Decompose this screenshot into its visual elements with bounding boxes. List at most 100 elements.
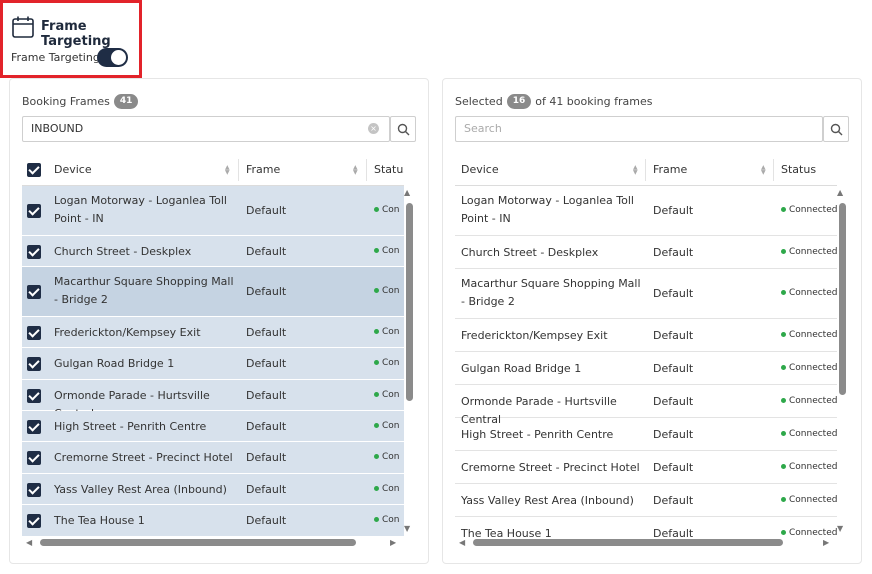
booking-frames-search-input[interactable]: INBOUND xyxy=(22,116,390,142)
status-dot-icon xyxy=(781,463,786,469)
device-cell: Yass Valley Rest Area (Inbound) xyxy=(54,482,227,496)
scroll-right-icon[interactable]: ▶ xyxy=(390,539,396,547)
row-checkbox[interactable] xyxy=(27,285,41,299)
column-header-status[interactable]: Status xyxy=(781,155,816,186)
frame-cell: Default xyxy=(653,526,694,538)
table-row[interactable]: Cremorne Street - Precinct Hotel Default C… xyxy=(22,442,404,474)
row-checkbox[interactable] xyxy=(27,451,41,465)
device-cell: Macarthur Square Shopping Mall - Bridge … xyxy=(461,277,641,308)
search-button[interactable] xyxy=(823,116,849,142)
table-row[interactable]: Church Street - Deskplex Default Con xyxy=(22,236,404,267)
table-row[interactable]: Frederickton/Kempsey Exit Default Connecte… xyxy=(455,319,837,352)
frame-cell: Default xyxy=(246,514,287,527)
table-row[interactable]: Yass Valley Rest Area (Inbound) Default Co… xyxy=(22,474,404,505)
column-header-device[interactable]: Device xyxy=(461,155,499,186)
scroll-up-icon[interactable]: ▲ xyxy=(837,189,843,197)
table-row[interactable]: Gulgan Road Bridge 1 Default Con xyxy=(22,348,404,380)
device-cell: High Street - Penrith Centre xyxy=(54,419,207,433)
column-header-frame[interactable]: Frame xyxy=(246,155,280,186)
horizontal-scrollbar[interactable]: ◀ ▶ xyxy=(457,537,837,547)
table-row[interactable]: High Street - Penrith Centre Default Conne… xyxy=(455,418,837,451)
row-checkbox[interactable] xyxy=(27,419,41,434)
status-cell: Connected xyxy=(781,330,837,340)
status-cell: Connected xyxy=(781,495,837,505)
frame-cell: Default xyxy=(653,460,694,474)
table-row[interactable]: Logan Motorway - Loganlea Toll Point - I… xyxy=(455,186,837,236)
table-row[interactable]: Frederickton/Kempsey Exit Default Con xyxy=(22,317,404,348)
row-checkbox[interactable] xyxy=(27,204,41,218)
table-row[interactable]: Cremorne Street - Precinct Hotel Default C… xyxy=(455,451,837,484)
status-cell: Connected xyxy=(781,205,837,215)
table-row[interactable]: High Street - Penrith Centre Default Con xyxy=(22,411,404,442)
status-cell: Con xyxy=(374,246,404,256)
scroll-up-icon[interactable]: ▲ xyxy=(404,189,410,197)
sort-icon[interactable]: ▲ ▼ xyxy=(761,165,767,176)
horizontal-scrollbar[interactable]: ◀ ▶ xyxy=(24,537,404,547)
row-checkbox[interactable] xyxy=(27,325,41,340)
table-row[interactable]: Logan Motorway - Loganlea Toll Point - I… xyxy=(22,186,404,236)
device-cell: Logan Motorway - Loganlea Toll Point - I… xyxy=(54,194,227,225)
row-checkbox[interactable] xyxy=(27,388,41,403)
horizontal-scroll-thumb[interactable] xyxy=(40,539,356,546)
status-dot-icon xyxy=(374,422,379,428)
column-header-frame[interactable]: Frame xyxy=(653,155,687,186)
status-text: Con xyxy=(382,389,400,400)
table-row[interactable]: Ormonde Parade - Hurtsville CentralDefau… xyxy=(22,380,404,420)
table-row[interactable]: Ormonde Parade - Hurtsville CentralDefau… xyxy=(455,385,837,426)
table-row[interactable]: Church Street - Deskplex Default Connected xyxy=(455,236,837,269)
device-cell: Frederickton/Kempsey Exit xyxy=(54,325,201,339)
selected-frames-search-input[interactable]: Search xyxy=(455,116,823,142)
frame-cell: Default xyxy=(246,204,287,217)
table-row[interactable]: Macarthur Square Shopping Mall - Bridge … xyxy=(455,269,837,319)
column-header-status[interactable]: Status xyxy=(374,155,404,186)
row-checkbox[interactable] xyxy=(27,482,41,497)
selected-suffix-label: of 41 booking frames xyxy=(535,95,653,108)
status-cell: Con xyxy=(374,390,404,400)
vertical-scrollbar[interactable]: ▲ ▼ xyxy=(404,187,413,537)
clear-search-icon[interactable]: × xyxy=(368,123,379,134)
scroll-left-icon[interactable]: ◀ xyxy=(459,539,465,547)
scroll-down-icon[interactable]: ▼ xyxy=(837,525,843,533)
status-dot-icon xyxy=(781,430,786,436)
select-all-checkbox[interactable] xyxy=(27,163,41,177)
status-cell: Con xyxy=(374,452,404,462)
grid-header: Device ▲▼ Frame ▲▼ Status xyxy=(22,155,404,186)
scroll-left-icon[interactable]: ◀ xyxy=(26,539,32,547)
booking-frames-rows: Logan Motorway - Loganlea Toll Point - I… xyxy=(22,186,404,537)
row-checkbox[interactable] xyxy=(27,514,41,528)
status-cell: Connected xyxy=(781,462,837,472)
status-cell: Con xyxy=(374,205,404,215)
device-cell: Yass Valley Rest Area (Inbound) xyxy=(461,493,634,507)
row-checkbox[interactable] xyxy=(27,357,41,371)
status-cell: Connected xyxy=(781,396,837,406)
table-row[interactable]: Yass Valley Rest Area (Inbound) Default Co… xyxy=(455,484,837,517)
sort-icon[interactable]: ▲ ▼ xyxy=(225,165,231,176)
status-cell: Con xyxy=(374,358,404,368)
vertical-scroll-thumb[interactable] xyxy=(839,203,846,395)
table-row[interactable]: The Tea House 1 Default Con xyxy=(22,505,404,537)
scroll-right-icon[interactable]: ▶ xyxy=(823,539,829,547)
status-cell: Connected xyxy=(781,429,837,439)
table-row[interactable]: The Tea House 1 Default Connected xyxy=(455,517,837,538)
table-row[interactable]: Gulgan Road Bridge 1 Default Connected xyxy=(455,352,837,385)
frame-cell: Default xyxy=(246,285,287,298)
row-checkbox[interactable] xyxy=(27,244,41,259)
status-dot-icon xyxy=(781,397,786,403)
table-row[interactable]: Macarthur Square Shopping Mall - Bridge … xyxy=(22,267,404,317)
horizontal-scroll-thumb[interactable] xyxy=(473,539,783,546)
sort-icon[interactable]: ▲ ▼ xyxy=(353,165,359,176)
device-cell: High Street - Penrith Centre xyxy=(461,427,614,441)
status-cell: Connected xyxy=(781,247,837,257)
calendar-icon xyxy=(12,16,34,38)
frame-cell: Default xyxy=(653,204,694,217)
status-text: Connected xyxy=(789,527,837,538)
status-text: Connected xyxy=(789,461,837,472)
sort-icon[interactable]: ▲ ▼ xyxy=(633,165,639,176)
vertical-scrollbar[interactable]: ▲ ▼ xyxy=(837,187,846,537)
column-header-device[interactable]: Device xyxy=(54,155,92,186)
search-button[interactable] xyxy=(390,116,416,142)
frame-targeting-toggle[interactable] xyxy=(97,48,128,67)
scroll-down-icon[interactable]: ▼ xyxy=(404,525,410,533)
status-dot-icon xyxy=(374,517,379,522)
vertical-scroll-thumb[interactable] xyxy=(406,203,413,401)
